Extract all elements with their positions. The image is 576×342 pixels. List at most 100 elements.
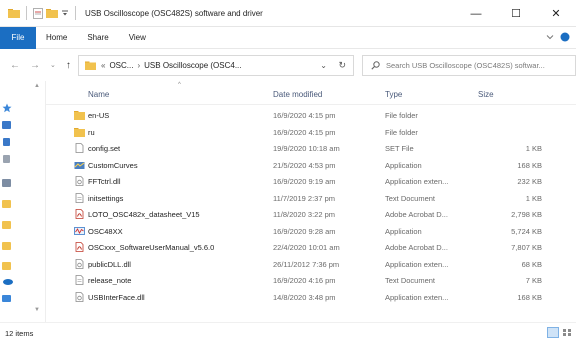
app-curves-icon (74, 160, 85, 170)
quick-access-toolbar (8, 6, 79, 20)
customize-toolbar-icon[interactable] (61, 9, 69, 17)
file-row[interactable]: ru 16/9/2020 4:15 pm File folder (46, 124, 576, 140)
column-header-name[interactable]: Name (88, 90, 109, 99)
file-date-modified: 16/9/2020 9:19 am (273, 177, 336, 186)
sort-ascending-icon: ^ (178, 82, 181, 88)
file-row[interactable]: CustomCurves 21/5/2020 4:53 pm Application… (46, 157, 576, 173)
search-icon (371, 61, 380, 70)
file-row[interactable]: initsettings 11/7/2019 2:37 pm Text Docume… (46, 190, 576, 206)
file-name: FFTctrl.dll (88, 177, 121, 186)
scroll-down-icon[interactable]: ▼ (34, 307, 40, 313)
tab-share[interactable]: Share (77, 33, 118, 42)
ribbon-controls (546, 32, 570, 42)
large-icons-view-button[interactable] (562, 327, 572, 338)
file-row[interactable]: release_note 16/9/2020 4:16 pm Text Docume… (46, 272, 576, 288)
file-type: Application exten... (385, 177, 449, 186)
recent-locations-icon[interactable]: ⌄ (50, 61, 56, 69)
forward-arrow-icon[interactable]: → (30, 60, 40, 71)
file-type: File folder (385, 111, 418, 120)
up-arrow-icon[interactable]: ↑ (66, 60, 71, 71)
pinned-folder-icon[interactable] (2, 200, 11, 208)
documents-icon[interactable] (3, 155, 10, 163)
file-date-modified: 11/8/2020 3:22 pm (273, 210, 335, 219)
folder-icon (85, 61, 96, 70)
file-row[interactable]: config.set 19/9/2020 10:18 am SET File 1 KB (46, 140, 576, 156)
minimize-button[interactable]: — (456, 0, 496, 27)
expand-ribbon-icon[interactable] (546, 33, 554, 41)
downloads-icon[interactable] (3, 138, 10, 146)
tab-view[interactable]: View (119, 33, 156, 42)
maximize-button[interactable]: ☐ (496, 0, 536, 27)
pinned-folder-icon[interactable] (2, 262, 11, 270)
file-size: 2,798 KB (511, 210, 542, 219)
app-osc-icon (74, 226, 85, 236)
column-header-date-modified[interactable]: Date modified (273, 90, 322, 99)
file-name: en-US (88, 111, 110, 120)
file-name: CustomCurves (88, 160, 138, 170)
desktop-icon[interactable] (2, 121, 11, 129)
file-type: Text Document (385, 276, 436, 285)
new-folder-icon[interactable] (46, 8, 58, 18)
title-bar: USB Oscilloscope (OSC482S) software and … (0, 0, 576, 27)
quick-access-star-icon[interactable] (2, 103, 12, 113)
breadcrumb-osc[interactable]: OSC... (109, 61, 133, 70)
file-size: 7,807 KB (511, 243, 542, 252)
column-headers: ^ Name Date modified Type Size (46, 81, 576, 105)
search-placeholder: Search USB Oscilloscope (OSC482S) softwa… (386, 61, 545, 70)
status-bar: 12 items (0, 322, 576, 342)
search-box[interactable]: Search USB Oscilloscope (OSC482S) softwa… (362, 55, 576, 76)
text-file-icon (74, 275, 85, 285)
column-header-type[interactable]: Type (385, 90, 402, 99)
breadcrumb-overflow[interactable]: « (101, 61, 105, 70)
file-name: OSCxxx_SoftwareUserManual_v5.6.0 (88, 243, 215, 252)
file-type: File folder (385, 127, 418, 137)
file-size: 232 KB (517, 177, 542, 186)
file-type: Adobe Acrobat D... (385, 243, 448, 252)
details-view-button[interactable] (547, 327, 559, 338)
file-row[interactable]: OSC48XX 16/9/2020 9:28 am Application 5,724… (46, 223, 576, 239)
file-name: LOTO_OSC482x_datasheet_V15 (88, 210, 200, 219)
close-button[interactable]: ✕ (536, 0, 576, 27)
file-date-modified: 21/5/2020 4:53 pm (273, 160, 336, 170)
file-row[interactable]: en-US 16/9/2020 4:15 pm File folder (46, 107, 576, 123)
properties-icon[interactable] (33, 7, 43, 19)
file-type: Application (385, 160, 422, 170)
file-row[interactable]: publicDLL.dll 26/11/2012 7:36 pm Applicati… (46, 256, 576, 272)
file-row[interactable]: FFTctrl.dll 16/9/2020 9:19 am Application … (46, 173, 576, 189)
file-date-modified: 16/9/2020 9:28 am (273, 226, 336, 236)
breadcrumb-separator[interactable]: › (137, 61, 140, 70)
file-name: USBInterFace.dll (88, 292, 145, 302)
file-row[interactable]: OSCxxx_SoftwareUserManual_v5.6.0 22/4/202… (46, 239, 576, 255)
file-size: 168 KB (517, 160, 542, 170)
onedrive-icon[interactable] (2, 278, 13, 285)
navigation-pane[interactable]: ▲ ▼ (0, 81, 46, 322)
breadcrumb-current-folder[interactable]: USB Oscilloscope (OSC4... (144, 61, 241, 70)
file-list: ^ Name Date modified Type Size en-US 16/9… (46, 81, 576, 322)
file-row[interactable]: LOTO_OSC482x_datasheet_V15 11/8/2020 3:22… (46, 206, 576, 222)
file-date-modified: 16/9/2020 4:15 pm (273, 127, 336, 137)
file-name: ru (88, 127, 95, 137)
this-pc-icon[interactable] (2, 295, 11, 302)
file-name: config.set (88, 144, 121, 153)
file-date-modified: 19/9/2020 10:18 am (273, 144, 340, 153)
folder-icon (8, 9, 20, 18)
scroll-up-icon[interactable]: ▲ (34, 83, 40, 89)
back-arrow-icon[interactable]: ← (10, 60, 20, 71)
file-name: initsettings (88, 193, 124, 203)
address-bar[interactable]: « OSC... › USB Oscilloscope (OSC4... ⌄ ↻ (78, 55, 354, 76)
file-date-modified: 16/9/2020 4:15 pm (273, 111, 336, 120)
tab-home[interactable]: Home (36, 33, 77, 42)
tab-file[interactable]: File (0, 26, 36, 49)
refresh-icon[interactable]: ↻ (338, 60, 346, 71)
pdf-icon (74, 242, 85, 252)
pinned-folder-icon[interactable] (2, 221, 11, 229)
folder-icon (74, 127, 85, 137)
navigation-bar: ← → ⌄ ↑ « OSC... › USB Oscilloscope (OSC… (0, 49, 576, 81)
file-row[interactable]: USBInterFace.dll 14/8/2020 3:48 pm Applica… (46, 289, 576, 305)
file-date-modified: 11/7/2019 2:37 pm (273, 193, 335, 203)
pinned-folder-icon[interactable] (2, 242, 11, 250)
pictures-icon[interactable] (2, 179, 11, 187)
column-header-size[interactable]: Size (478, 90, 494, 99)
address-dropdown-icon[interactable]: ⌄ (320, 61, 327, 70)
help-icon[interactable] (560, 32, 570, 42)
